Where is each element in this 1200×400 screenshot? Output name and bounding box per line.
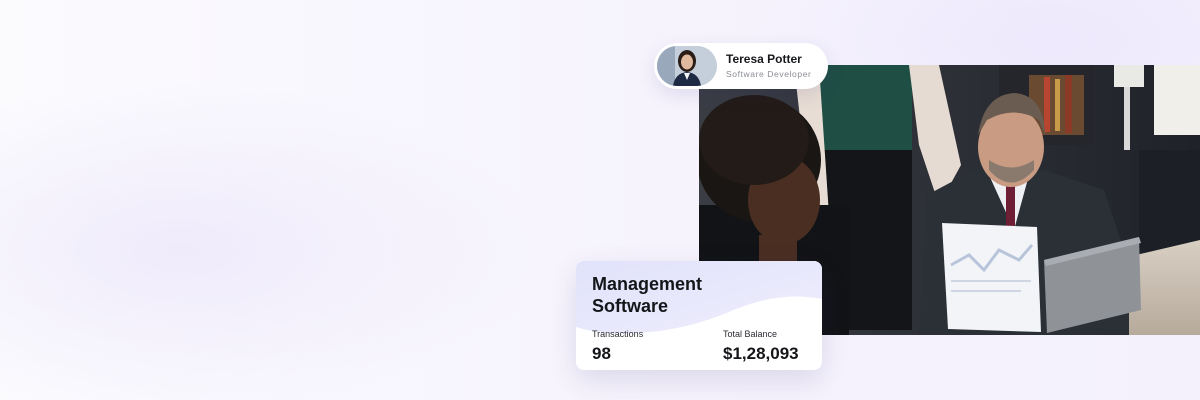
management-software-card: Management Software Transactions 98 Tota…: [576, 261, 822, 370]
profile-pill: Teresa Potter Software Developer: [654, 43, 828, 89]
card-title: Management Software: [592, 274, 703, 316]
transactions-stat: Transactions 98: [592, 329, 643, 364]
profile-name: Teresa Potter: [726, 52, 802, 67]
total-balance-label: Total Balance: [723, 329, 778, 339]
profile-role: Software Developer: [726, 69, 812, 80]
total-balance-value: $1,28,093: [723, 344, 799, 363]
transactions-label: Transactions: [592, 329, 644, 339]
total-balance-stat: Total Balance $1,28,093: [723, 329, 799, 364]
transactions-value: 98: [592, 344, 611, 363]
avatar: [657, 46, 717, 86]
